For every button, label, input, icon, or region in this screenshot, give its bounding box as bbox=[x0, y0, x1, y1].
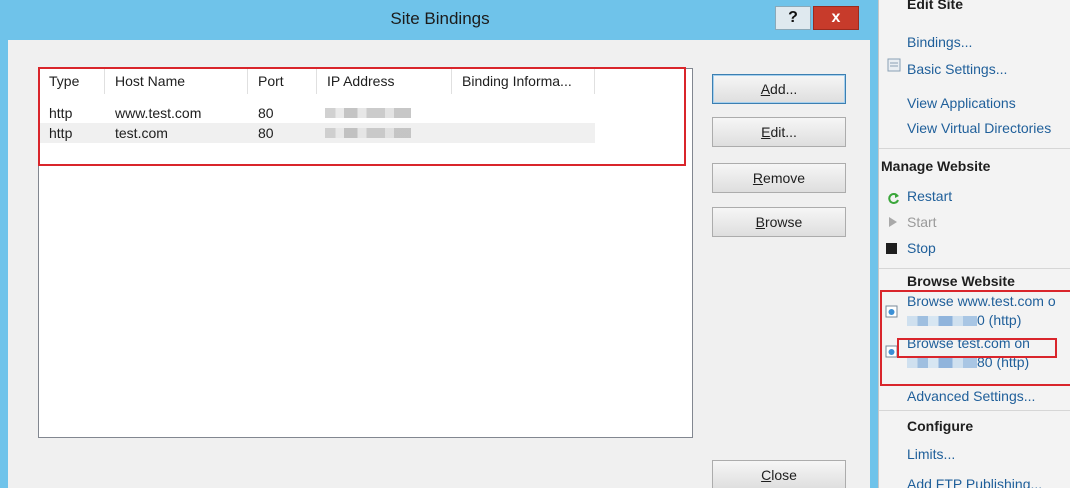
stop-icon bbox=[886, 243, 897, 254]
start-link[interactable]: Start bbox=[907, 214, 937, 230]
browse-website-heading: Browse Website bbox=[907, 273, 1015, 289]
close-button[interactable]: Close bbox=[712, 460, 846, 488]
basic-settings-link[interactable]: Basic Settings... bbox=[907, 61, 1007, 77]
actions-pane: Edit Site Bindings... Basic Settings... … bbox=[878, 0, 1070, 488]
highlight-box-browse-test-com bbox=[897, 338, 1057, 358]
add-label: dd... bbox=[770, 81, 798, 97]
edit-button[interactable]: Edit... bbox=[712, 117, 846, 147]
manage-website-heading: Manage Website bbox=[881, 158, 991, 174]
add-accelerator: A bbox=[760, 81, 771, 97]
browse-accelerator: B bbox=[755, 214, 765, 230]
browse-label: rowse bbox=[764, 214, 803, 230]
close-icon[interactable]: x bbox=[813, 6, 859, 30]
stop-link[interactable]: Stop bbox=[907, 240, 936, 256]
remove-label: emove bbox=[763, 170, 806, 186]
view-virtual-directories-link[interactable]: View Virtual Directories bbox=[907, 120, 1051, 136]
restart-link[interactable]: Restart bbox=[907, 188, 952, 204]
edit-site-heading: Edit Site bbox=[907, 0, 964, 12]
separator bbox=[879, 410, 1070, 411]
add-button[interactable]: Add... bbox=[712, 74, 846, 104]
limits-link[interactable]: Limits... bbox=[907, 446, 955, 462]
start-icon bbox=[889, 217, 897, 227]
bindings-link[interactable]: Bindings... bbox=[907, 34, 972, 50]
view-applications-link[interactable]: View Applications bbox=[907, 95, 1016, 111]
configure-heading: Configure bbox=[907, 418, 974, 434]
remove-accelerator: R bbox=[752, 170, 764, 186]
advanced-settings-link[interactable]: Advanced Settings... bbox=[907, 388, 1035, 404]
separator bbox=[879, 148, 1070, 149]
edit-label: dit... bbox=[770, 124, 797, 140]
highlight-box-bindings bbox=[38, 67, 686, 166]
close-label: lose bbox=[771, 467, 797, 483]
help-icon[interactable]: ? bbox=[775, 6, 811, 30]
separator bbox=[879, 268, 1070, 269]
browse-button[interactable]: Browse bbox=[712, 207, 846, 237]
settings-icon bbox=[887, 58, 901, 72]
remove-button[interactable]: Remove bbox=[712, 163, 846, 193]
add-ftp-publishing-link[interactable]: Add FTP Publishing... bbox=[907, 476, 1042, 488]
close-accelerator: C bbox=[761, 467, 772, 483]
restart-icon bbox=[888, 193, 899, 204]
dialog-title-bar[interactable]: Site Bindings ? x bbox=[0, 0, 878, 38]
